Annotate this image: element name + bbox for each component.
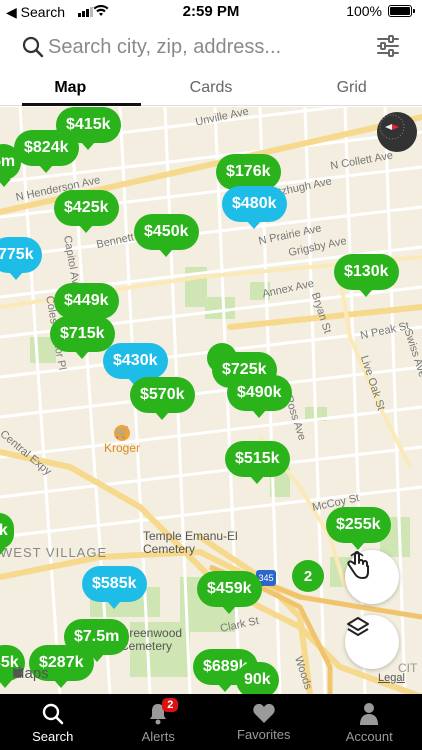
hand-pointer-icon <box>347 551 369 579</box>
tabbar-label: Favorites <box>237 727 291 742</box>
tab-grid[interactable]: Grid <box>281 72 422 105</box>
price-pin[interactable]: 775k <box>0 237 42 280</box>
legal-link[interactable]: Legal <box>378 672 405 684</box>
search-icon <box>22 36 44 58</box>
alerts-badge: 2 <box>162 698 179 712</box>
map-layers-button[interactable] <box>345 615 399 669</box>
map-cluster[interactable]: 2 <box>292 560 324 592</box>
district-label: WEST VILLAGE <box>0 545 108 560</box>
price-pin[interactable]: $450k <box>134 214 199 257</box>
price-pin[interactable]: $824k <box>14 130 79 173</box>
kroger-store[interactable]: 🛒 Kroger <box>104 423 140 455</box>
search-icon <box>42 703 64 725</box>
status-bar: ◀ Search 2:59 PM 100% <box>0 0 422 24</box>
price-pin[interactable]: $570k <box>130 377 195 420</box>
search-bar <box>0 28 422 68</box>
heart-icon <box>253 703 275 723</box>
price-pin[interactable]: $459k <box>197 571 262 614</box>
tabbar-alerts[interactable]: 2 Alerts <box>106 694 212 750</box>
price-pin[interactable]: $430k <box>103 343 168 386</box>
draw-on-map-button[interactable] <box>345 550 399 604</box>
price-pin[interactable]: $715k <box>50 316 115 359</box>
landmark-label: Temple Emanu-El Cemetery <box>143 529 238 556</box>
apple-logo-icon <box>13 666 23 678</box>
price-pin[interactable]: $449k <box>54 283 119 326</box>
person-icon <box>360 703 379 725</box>
price-pin[interactable]: 90k <box>236 662 279 694</box>
store-label: Kroger <box>104 441 141 455</box>
cart-icon: 🛒 <box>114 425 130 441</box>
tabbar-favorites[interactable]: Favorites <box>211 694 317 750</box>
landmark-label: Greenwood Cemetery <box>120 626 183 653</box>
tabbar-label: Account <box>345 729 393 744</box>
tabbar-account[interactable]: Account <box>317 694 422 750</box>
price-pin[interactable]: $130k <box>334 254 399 297</box>
price-pin[interactable]: $585k <box>82 566 147 609</box>
price-pin[interactable]: $176k <box>216 154 281 197</box>
battery-status: 100% <box>346 3 415 19</box>
tabbar-label: Search <box>32 729 74 744</box>
search-input[interactable] <box>48 32 348 62</box>
compass-icon[interactable] <box>377 112 417 152</box>
filter-sliders-icon[interactable] <box>376 34 400 58</box>
price-pin[interactable]: $425k <box>54 190 119 233</box>
price-pin[interactable]: $515k <box>225 441 290 484</box>
maps-attribution: Maps <box>12 665 49 682</box>
price-pin[interactable]: $490k <box>227 375 292 418</box>
tabbar-search[interactable]: Search <box>0 694 106 750</box>
bottom-tab-bar: Search 2 Alerts Favorites Account <box>0 694 422 750</box>
battery-icon <box>388 5 415 17</box>
map-view[interactable]: CIT N Henderson Ave N Fitzhugh Ave N Col… <box>0 107 422 694</box>
app-screen: { "status_bar": {"back_label": "◀ Search… <box>0 0 422 750</box>
tabbar-label: Alerts <box>141 729 175 744</box>
price-pin[interactable]: $480k <box>222 186 287 229</box>
battery-percent: 100% <box>346 3 382 19</box>
tab-map[interactable]: Map <box>0 72 141 106</box>
price-pin[interactable]: $255k <box>326 507 391 550</box>
tab-cards[interactable]: Cards <box>141 72 282 105</box>
layers-icon <box>347 617 369 636</box>
view-tabs: Map Cards Grid <box>0 72 422 106</box>
